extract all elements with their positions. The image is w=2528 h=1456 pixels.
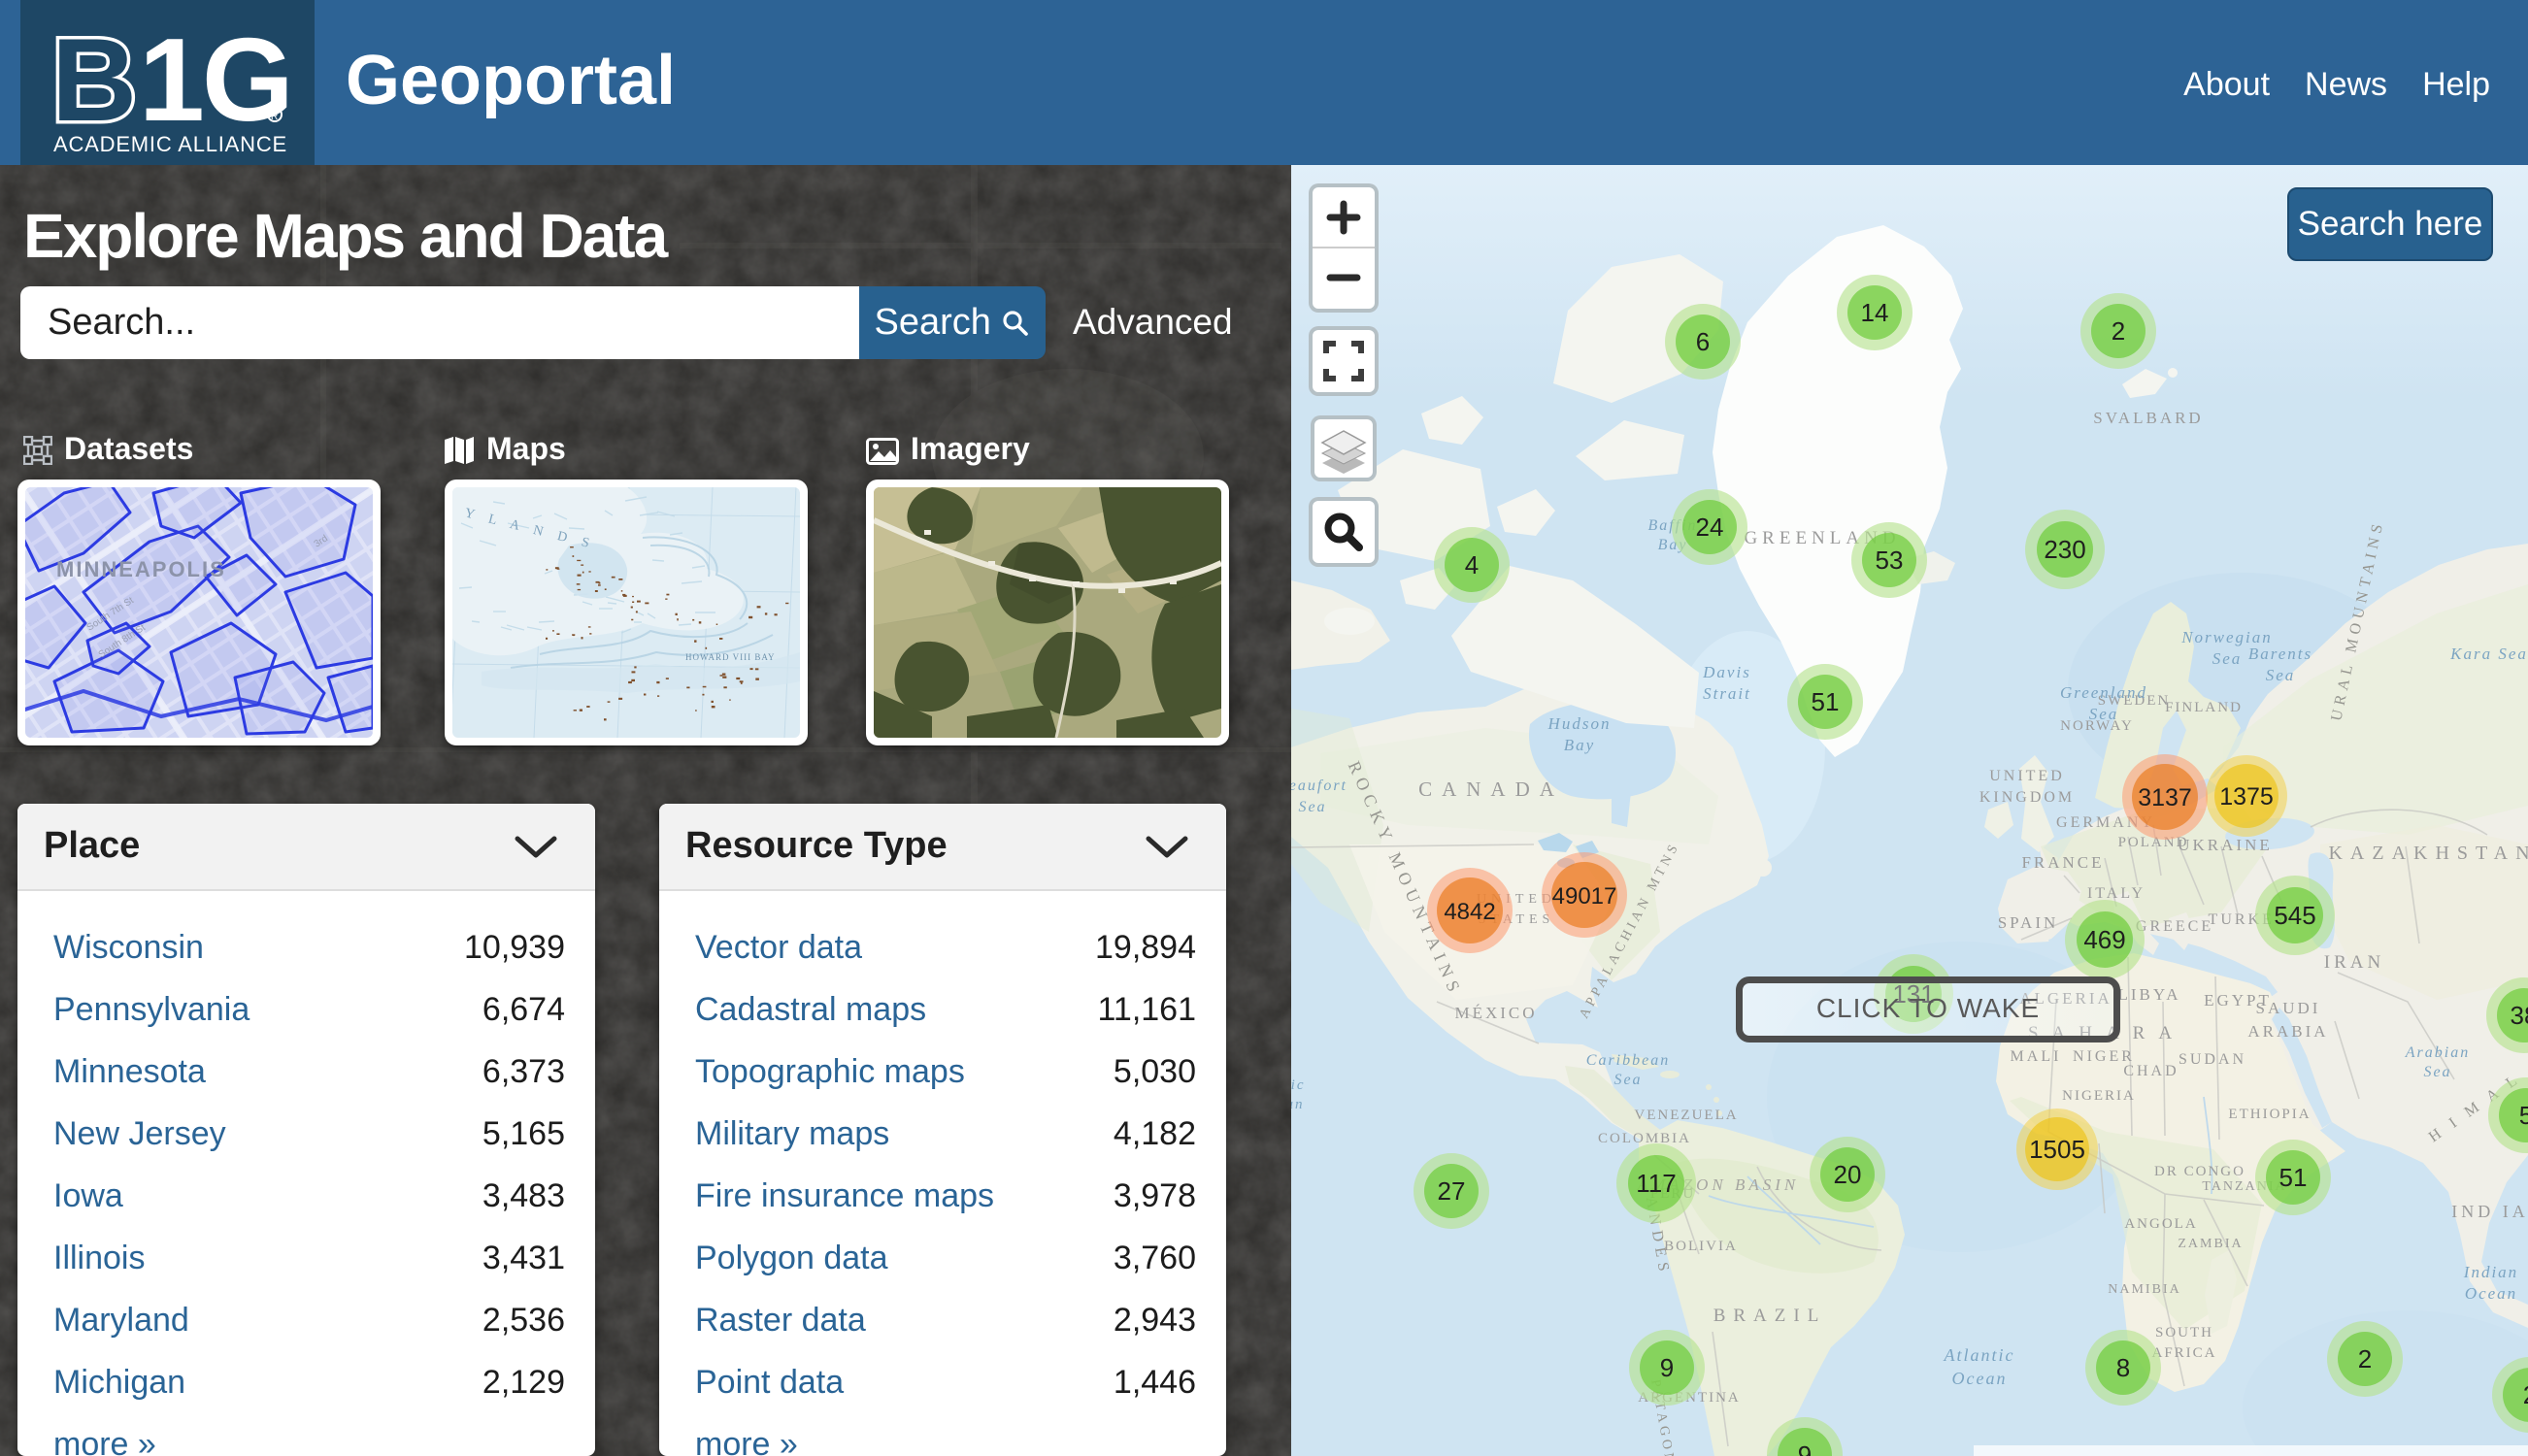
svg-text:FRANCE: FRANCE	[2021, 853, 2104, 872]
svg-text:Indian: Indian	[2463, 1263, 2518, 1281]
svg-text:1375: 1375	[2219, 783, 2274, 811]
svg-text:SUDAN: SUDAN	[2179, 1051, 2246, 1068]
svg-text:20: 20	[1834, 1160, 1862, 1189]
svg-text:ITALY: ITALY	[2087, 885, 2145, 902]
svg-text:24: 24	[1696, 513, 1724, 542]
svg-text:HOWARD VIII BAY: HOWARD VIII BAY	[685, 652, 776, 662]
svg-text:51: 51	[1812, 687, 1840, 716]
svg-text:27: 27	[1438, 1176, 1466, 1206]
svg-text:B: B	[51, 14, 137, 146]
svg-text:SAUDI: SAUDI	[2256, 999, 2321, 1017]
svg-text:MÉXICO: MÉXICO	[1454, 1004, 1537, 1022]
svg-text:NAMIBIA: NAMIBIA	[2108, 1282, 2180, 1297]
svg-text:9: 9	[1660, 1353, 1674, 1382]
svg-text:6: 6	[1696, 327, 1710, 356]
svg-text:Arabian: Arabian	[2405, 1044, 2470, 1061]
svg-text:Atlantic: Atlantic	[1944, 1345, 2015, 1365]
svg-text:Ocean: Ocean	[2465, 1284, 2517, 1303]
svg-text:Sea: Sea	[2266, 666, 2296, 684]
svg-text:Sea: Sea	[1298, 799, 1326, 815]
svg-text:SOUTH: SOUTH	[2155, 1325, 2213, 1340]
svg-text:4842: 4842	[1444, 899, 1495, 925]
svg-text:Hudson: Hudson	[1547, 714, 1612, 733]
svg-text:Sea: Sea	[2212, 649, 2243, 668]
svg-text:FINLAND: FINLAND	[2165, 700, 2243, 715]
svg-text:Caribbean: Caribbean	[1586, 1052, 1670, 1069]
svg-text:53: 53	[1876, 546, 1904, 575]
svg-text:AFRICA: AFRICA	[2151, 1345, 2216, 1361]
svg-text:UNITED: UNITED	[1989, 768, 2065, 784]
svg-text:ACADEMIC ALLIANCE: ACADEMIC ALLIANCE	[53, 132, 287, 156]
svg-text:MALI: MALI	[2011, 1048, 2062, 1065]
svg-text:Beaufort: Beaufort	[1291, 778, 1347, 794]
svg-text:Sea: Sea	[2089, 705, 2119, 723]
svg-text:1G: 1G	[139, 14, 291, 146]
svg-text:IRAN: IRAN	[2324, 952, 2384, 973]
svg-text:Bay: Bay	[1564, 736, 1595, 754]
svg-text:ZAMBIA: ZAMBIA	[2178, 1237, 2243, 1251]
svg-text:545: 545	[2274, 901, 2315, 930]
svg-text:4: 4	[1465, 550, 1479, 579]
svg-text:NIGERIA: NIGERIA	[2062, 1088, 2136, 1104]
svg-text:3137: 3137	[2138, 784, 2192, 811]
svg-text:Barents: Barents	[2248, 645, 2312, 663]
svg-text:R: R	[271, 112, 278, 122]
svg-text:KAZAKHSTAN: KAZAKHSTAN	[2328, 843, 2528, 864]
svg-text:SPAIN: SPAIN	[1998, 913, 2059, 932]
svg-text:5: 5	[2519, 1101, 2528, 1130]
svg-text:Strait: Strait	[1703, 684, 1751, 703]
svg-text:Kara Sea: Kara Sea	[2449, 645, 2528, 663]
svg-text:CHAD: CHAD	[2123, 1063, 2179, 1079]
svg-text:51: 51	[2279, 1163, 2308, 1192]
svg-text:ANGOLA: ANGOLA	[2124, 1216, 2197, 1232]
svg-text:KINGDOM: KINGDOM	[1979, 789, 2075, 806]
svg-text:9: 9	[1798, 1440, 1812, 1456]
svg-text:DR CONGO: DR CONGO	[2154, 1164, 2245, 1179]
svg-text:CANADA: CANADA	[1418, 778, 1564, 801]
svg-text:ARABIA: ARABIA	[2247, 1022, 2328, 1041]
svg-text:Sea: Sea	[1613, 1072, 1642, 1088]
svg-text:MINNEAPOLIS: MINNEAPOLIS	[56, 557, 226, 581]
svg-text:14: 14	[1861, 298, 1889, 327]
svg-text:GREECE: GREECE	[2136, 918, 2213, 935]
svg-text:COLOMBIA: COLOMBIA	[1598, 1131, 1691, 1146]
svg-text:BRAZIL: BRAZIL	[1713, 1306, 1827, 1326]
svg-text:UKRAINE: UKRAINE	[2178, 836, 2273, 854]
svg-text:SVALBARD: SVALBARD	[2093, 409, 2203, 427]
svg-text:IND IA: IND IA	[2451, 1202, 2528, 1221]
svg-text:fic: fic	[1291, 1077, 1306, 1093]
svg-text:1505: 1505	[2029, 1135, 2085, 1164]
svg-text:LIBYA: LIBYA	[2117, 985, 2180, 1004]
svg-text:49017: 49017	[1552, 883, 1617, 910]
svg-text:Ocean: Ocean	[1952, 1369, 2008, 1388]
svg-text:117: 117	[1636, 1169, 1676, 1198]
svg-text:Davis: Davis	[1702, 663, 1751, 681]
svg-text:2: 2	[2112, 316, 2125, 346]
svg-text:VENEZUELA: VENEZUELA	[1634, 1108, 1738, 1123]
svg-text:Greenland: Greenland	[2060, 683, 2147, 702]
svg-text:ETHIOPIA: ETHIOPIA	[2228, 1107, 2311, 1122]
svg-text:2: 2	[2523, 1380, 2528, 1409]
svg-text:230: 230	[2044, 535, 2085, 564]
svg-text:2: 2	[2358, 1344, 2372, 1373]
svg-text:BOLIVIA: BOLIVIA	[1664, 1239, 1738, 1254]
svg-text:8: 8	[2116, 1353, 2130, 1382]
svg-text:Sea: Sea	[2423, 1064, 2451, 1080]
svg-text:469: 469	[2083, 925, 2125, 954]
svg-text:an: an	[1291, 1097, 1305, 1112]
svg-text:Norwegian: Norwegian	[2180, 628, 2273, 646]
svg-text:38: 38	[2511, 1001, 2528, 1030]
